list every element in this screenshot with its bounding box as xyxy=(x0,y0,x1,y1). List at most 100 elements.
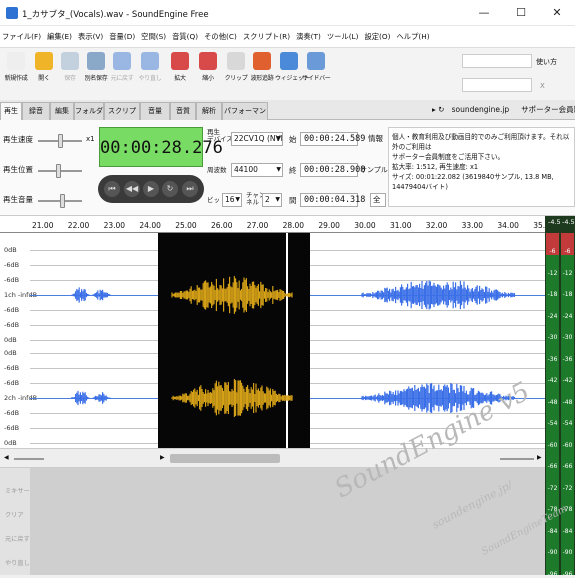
menu-item-5[interactable]: 音質(Q) xyxy=(172,32,198,42)
forward-end-icon[interactable]: ⏭ xyxy=(182,181,198,197)
ruler-tick: 21.00 xyxy=(32,221,54,230)
volume-slider-knob[interactable] xyxy=(60,194,65,208)
meter-scale-label: -6 xyxy=(549,248,556,255)
length-label: 間 xyxy=(289,196,297,205)
toolbar-button-label: 縮小 xyxy=(202,75,214,82)
position-slider-knob[interactable] xyxy=(56,164,61,178)
speed-value: x1 xyxy=(86,135,95,143)
rewind-start-icon[interactable]: ⏮ xyxy=(104,181,120,197)
site-link[interactable]: soundengine.jp xyxy=(452,105,510,114)
tab-3[interactable]: フォルダ xyxy=(74,102,104,120)
refresh-icon[interactable]: ↻ xyxy=(438,105,444,114)
rewind-icon[interactable]: ◀◀ xyxy=(124,181,140,197)
bottom-undo-button[interactable]: 元に戻す xyxy=(5,534,30,543)
clear-button[interactable]: クリア xyxy=(5,510,24,519)
zoom-slider[interactable] xyxy=(14,458,44,460)
waveform-segment xyxy=(92,289,111,301)
device-select[interactable]: 22CV1Q (NVI ▼ xyxy=(231,132,283,146)
end-label: 終 xyxy=(289,166,297,175)
meter-scale-label: -42 xyxy=(547,377,558,384)
meter-scale-label: -48 xyxy=(562,398,573,406)
toolbar-button-2[interactable]: 保存 xyxy=(56,50,84,96)
volume-slider[interactable] xyxy=(38,194,82,208)
sample-label[interactable]: サンプル xyxy=(360,167,388,174)
volume-label: 再生音量 xyxy=(3,195,33,204)
help-label[interactable]: 使い方 xyxy=(536,57,557,67)
member-link[interactable]: サポーター会員制度 xyxy=(521,105,575,114)
meter-scale-label: -72 xyxy=(547,484,558,492)
menu-item-4[interactable]: 空間(S) xyxy=(141,32,166,42)
toolbar-button-3[interactable]: 別名保存 xyxy=(82,50,110,96)
tab-7[interactable]: 解析 xyxy=(196,102,222,120)
tab-1[interactable]: 録音 xyxy=(22,102,50,120)
toolbar-button-11[interactable]: サイドバー xyxy=(302,50,331,96)
rate-select[interactable]: 44100 ▼ xyxy=(231,163,283,177)
scroll-thumb[interactable] xyxy=(170,454,280,463)
tab-5[interactable]: 音量 xyxy=(140,102,170,120)
tab-4[interactable]: スクリプト xyxy=(104,102,140,132)
menu-item-1[interactable]: 編集(E) xyxy=(47,32,72,42)
time-ruler[interactable]: 21.00 22.00 23.00 24.00 25.00 26.00 27.00 28.00… xyxy=(0,216,555,233)
info-line: 個人・教育利用及び動画目的でのみご利用頂けます。それ以外のご利用は xyxy=(392,133,570,151)
speed-slider-knob[interactable] xyxy=(58,134,63,148)
zoom-out-icon xyxy=(199,52,217,70)
tab-8[interactable]: パフォーマンス xyxy=(222,102,268,132)
bottom-redo-button[interactable]: やり直し xyxy=(5,558,30,567)
loop-icon[interactable]: ↻ xyxy=(162,181,178,197)
scroll-right-icon[interactable]: ▶ xyxy=(160,454,165,461)
menu-item-6[interactable]: その他(C) xyxy=(204,32,237,42)
toolbar-button-label: 別名保存 xyxy=(84,75,108,82)
save-as-icon xyxy=(87,52,105,70)
toolbar-button-label: 元に戻す xyxy=(110,75,134,82)
mixer-button[interactable]: ミキサー xyxy=(5,486,30,495)
secondary-close[interactable]: X xyxy=(540,82,545,90)
unit-value: 全 xyxy=(373,195,381,204)
toolbar-button-8[interactable]: クリップ xyxy=(222,50,250,96)
toolbar-button-9[interactable]: 波形追跡 xyxy=(248,50,276,96)
clip-icon xyxy=(227,52,245,70)
length-field[interactable]: 00:00:04.318 xyxy=(300,193,365,207)
tab-2[interactable]: 編集 xyxy=(50,102,74,120)
channel-value: 2 xyxy=(265,195,270,204)
menu-item-7[interactable]: スクリプト(R) xyxy=(243,32,290,42)
horizontal-scrollbar[interactable]: ◀ ▶ ▶ xyxy=(0,448,545,468)
tab-6[interactable]: 音質 xyxy=(170,102,196,120)
toolbar-button-7[interactable]: 縮小 xyxy=(194,50,222,96)
menu-item-3[interactable]: 音量(D) xyxy=(109,32,135,42)
close-button[interactable]: ✕ xyxy=(539,0,575,26)
meter-scale-label: -18 xyxy=(547,291,558,298)
toolbar-button-5[interactable]: やり直し xyxy=(136,50,164,96)
position-slider[interactable] xyxy=(38,164,82,178)
menu-item-8[interactable]: 演奏(T) xyxy=(296,32,321,42)
meter-scale-label: -36 xyxy=(547,355,558,363)
toolbar-button-4[interactable]: 元に戻す xyxy=(108,50,136,96)
toolbar-button-0[interactable]: 新規作成 xyxy=(2,50,30,96)
unit-select[interactable]: 全 xyxy=(370,193,386,207)
toolbar-button-6[interactable]: 拡大 xyxy=(166,50,194,96)
toolbar-button-10[interactable]: ウィジェット xyxy=(275,50,310,96)
toolbar-button-1[interactable]: 開く xyxy=(30,50,58,96)
help-search-box[interactable] xyxy=(462,54,532,68)
app-icon xyxy=(6,7,18,19)
maximize-button[interactable]: ☐ xyxy=(503,0,539,26)
scroll-end-icon[interactable]: ▶ xyxy=(537,454,542,461)
play-icon[interactable]: ▶ xyxy=(143,181,159,197)
end-time-field[interactable]: 00:00:28.908 xyxy=(300,163,365,177)
secondary-box[interactable] xyxy=(462,78,532,92)
tab-0[interactable]: 再生 xyxy=(0,102,22,120)
start-time-field[interactable]: 00:00:24.589 xyxy=(300,132,365,146)
menu-item-10[interactable]: 設定(O) xyxy=(364,32,390,42)
scroll-left-icon[interactable]: ◀ xyxy=(4,454,9,461)
waveform-segment xyxy=(361,280,516,310)
meter-scale-label: -66 xyxy=(562,463,573,470)
minimize-button[interactable]: — xyxy=(466,0,502,26)
bits-select[interactable]: 16 ▼ xyxy=(222,193,242,207)
menu-item-2[interactable]: 表示(V) xyxy=(78,32,103,42)
menu-item-11[interactable]: ヘルプ(H) xyxy=(397,32,430,42)
menu-item-9[interactable]: ツール(L) xyxy=(327,32,359,42)
menu-item-0[interactable]: ファイル(F) xyxy=(2,32,41,42)
speed-slider[interactable] xyxy=(38,134,82,148)
vertical-zoom-slider[interactable] xyxy=(500,458,534,460)
channel-select[interactable]: 2 ▼ xyxy=(262,193,282,207)
meter-scale-label: -66 xyxy=(547,463,558,470)
